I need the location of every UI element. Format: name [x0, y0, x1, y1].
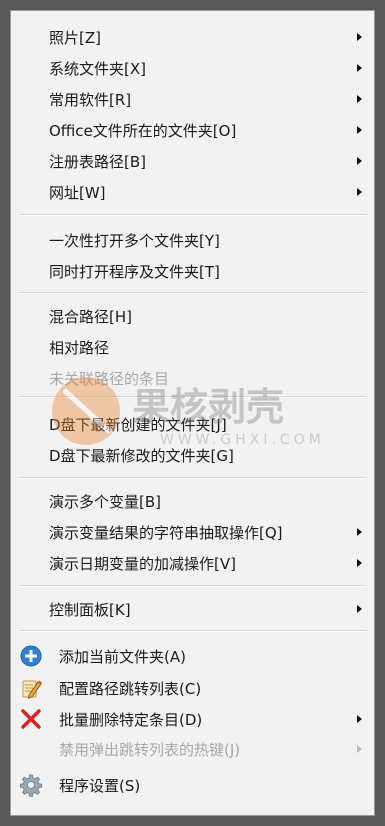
menu-item-batch-delete[interactable]: 批量删除特定条目(D) — [11, 703, 374, 733]
menu-item-common-software[interactable]: 常用软件[R] — [11, 83, 374, 113]
menu-item-label: 系统文件夹[X] — [49, 60, 146, 78]
menu-item-label: 相对路径 — [49, 339, 110, 357]
menu-item-open-program-and-folder[interactable]: 同时打开程序及文件夹[T] — [11, 255, 374, 285]
menu-item-label: 照片[Z] — [49, 29, 101, 47]
menu-item-d-newest-created[interactable]: D盘下最新创建的文件夹[J] — [11, 408, 374, 438]
menu-item-label: 未关联路径的条目 — [49, 370, 170, 388]
menu-item-mixed-path[interactable]: 混合路径[H] — [11, 300, 374, 330]
menu-item-label: 同时打开程序及文件夹[T] — [49, 263, 220, 281]
menu-item-label: 网址[W] — [49, 184, 106, 202]
edit-list-icon — [22, 680, 42, 699]
menu-item-open-multiple[interactable]: 一次性打开多个文件夹[Y] — [11, 224, 374, 254]
menu-item-demo-variables[interactable]: 演示多个变量[B] — [11, 485, 374, 515]
menu-separator — [19, 585, 366, 587]
menu-item-disable-hotkey: 禁用弹出跳转列表的热键(J) — [11, 733, 374, 763]
menu-item-label: D盘下最新创建的文件夹[J] — [49, 416, 227, 434]
menu-item-photos[interactable]: 照片[Z] — [11, 21, 374, 51]
menu-item-label: Office文件所在的文件夹[O] — [49, 122, 237, 140]
menu-item-add-current-folder[interactable]: 添加当前文件夹(A) — [11, 640, 374, 670]
menu-item-label: 注册表路径[B] — [49, 153, 146, 171]
menu-item-urls[interactable]: 网址[W] — [11, 176, 374, 206]
context-menu: 照片[Z] 系统文件夹[X] 常用软件[R] Office文件所在的文件夹[O]… — [10, 10, 375, 816]
menu-item-configure-jump-list[interactable]: 配置路径跳转列表(C) — [11, 672, 374, 702]
menu-item-control-panel[interactable]: 控制面板[K] — [11, 593, 374, 623]
submenu-arrow-icon — [357, 95, 362, 103]
menu-item-label: 演示多个变量[B] — [49, 493, 161, 511]
menu-separator — [19, 214, 366, 216]
menu-item-label: D盘下最新修改的文件夹[G] — [49, 447, 234, 465]
menu-item-relative-path[interactable]: 相对路径 — [11, 331, 374, 361]
submenu-arrow-icon — [357, 528, 362, 536]
menu-separator — [19, 630, 366, 632]
submenu-arrow-icon — [357, 605, 362, 613]
submenu-arrow-icon — [357, 745, 362, 753]
menu-item-label: 程序设置(S) — [59, 777, 141, 795]
submenu-arrow-icon — [357, 33, 362, 41]
menu-item-label: 混合路径[H] — [49, 308, 132, 326]
menu-item-label: 配置路径跳转列表(C) — [59, 680, 202, 698]
menu-item-demo-string-extract[interactable]: 演示变量结果的字符串抽取操作[Q] — [11, 516, 374, 546]
submenu-arrow-icon — [357, 715, 362, 723]
menu-separator — [19, 396, 366, 398]
menu-item-office-folders[interactable]: Office文件所在的文件夹[O] — [11, 114, 374, 144]
menu-item-demo-date-math[interactable]: 演示日期变量的加减操作[V] — [11, 547, 374, 577]
menu-item-label: 常用软件[R] — [49, 91, 132, 109]
menu-item-label: 批量删除特定条目(D) — [59, 711, 203, 729]
submenu-arrow-icon — [357, 126, 362, 134]
submenu-arrow-icon — [357, 559, 362, 567]
menu-item-d-newest-modified[interactable]: D盘下最新修改的文件夹[G] — [11, 439, 374, 469]
menu-separator — [19, 477, 366, 479]
add-folder-icon — [20, 645, 42, 667]
menu-item-label: 演示日期变量的加减操作[V] — [49, 555, 236, 573]
submenu-arrow-icon — [357, 64, 362, 72]
menu-item-program-settings[interactable]: 程序设置(S) — [11, 769, 374, 799]
menu-separator — [19, 292, 366, 294]
menu-item-unlinked-entry: 未关联路径的条目 — [11, 362, 374, 392]
menu-item-label: 禁用弹出跳转列表的热键(J) — [59, 741, 241, 759]
menu-item-registry-paths[interactable]: 注册表路径[B] — [11, 145, 374, 175]
gear-icon — [19, 774, 43, 797]
submenu-arrow-icon — [357, 157, 362, 165]
menu-item-label: 添加当前文件夹(A) — [59, 648, 186, 666]
menu-item-system-folders[interactable]: 系统文件夹[X] — [11, 52, 374, 82]
menu-item-label: 控制面板[K] — [49, 601, 131, 619]
menu-item-label: 演示变量结果的字符串抽取操作[Q] — [49, 524, 283, 542]
delete-x-icon — [21, 709, 41, 729]
menu-item-label: 一次性打开多个文件夹[Y] — [49, 232, 220, 250]
submenu-arrow-icon — [357, 188, 362, 196]
